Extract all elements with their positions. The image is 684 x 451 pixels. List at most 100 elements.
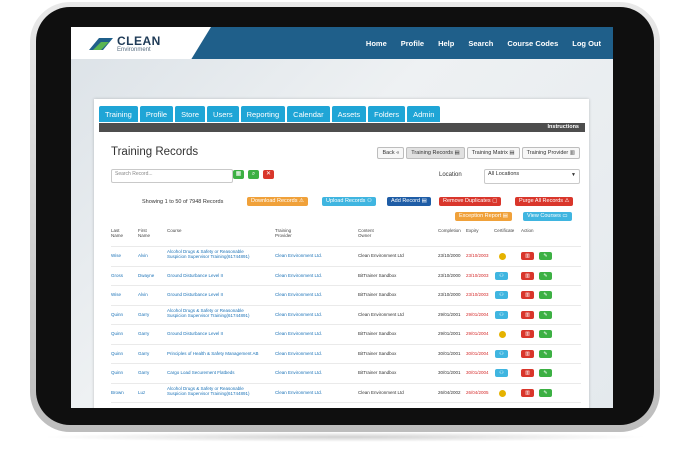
cell-last-name[interactable]: Quinn [111,351,123,356]
nav-home[interactable]: Home [366,39,387,48]
edit-button[interactable]: ✎ [539,369,552,377]
cell-last-name[interactable]: Wise [111,292,121,297]
cell-course[interactable]: Ground Disturbance Level II [167,331,223,336]
cell-training-provider[interactable]: Clean Environment Ltd. [275,351,322,356]
cell-first-name[interactable]: Alvin [138,292,148,297]
back-button[interactable]: Back « [377,147,405,159]
instructions-toggle[interactable]: Instructions [548,124,579,130]
cell-course[interactable]: Alcohol Drugs & Safety or Reasonable Susp… [167,308,250,318]
edit-button[interactable]: ✎ [539,271,552,280]
cell-course[interactable]: Ground Disturbance Level II [167,273,223,278]
trash-icon: ▥ [525,253,530,259]
cell-training-provider[interactable]: Clean Environment Ltd. [275,390,322,395]
cell-last-name[interactable]: Wise [111,253,121,258]
delete-button[interactable]: ▥ [521,271,534,280]
cell-course[interactable]: Principles of Health & Safety Management… [167,351,259,356]
col-course[interactable]: Course [167,228,182,233]
view-courses-button[interactable]: View Courses ▭ [523,212,572,221]
cell-first-name[interactable]: Dwayne [138,273,154,278]
col-content-owner[interactable]: Content Owner [358,228,374,238]
cell-first-name[interactable]: Garry [138,370,149,375]
col-training-provider[interactable]: Training Provider [275,228,292,238]
cell-training-provider[interactable]: Clean Environment Ltd. [275,292,322,297]
cell-last-name[interactable]: Quinn [111,370,123,375]
purge-records-button[interactable]: Purge All Records ⚠ [515,197,574,206]
cell-first-name[interactable]: Garry [138,351,149,356]
edit-button[interactable]: ✎ [539,252,552,260]
search-input[interactable]: Search Record... [111,169,233,183]
col-first-name[interactable]: First Name [138,228,158,238]
nav-help[interactable]: Help [438,39,454,48]
cell-training-provider[interactable]: Clean Environment Ltd. [275,312,322,317]
cell-last-name[interactable]: Quinn [111,312,123,317]
cell-training-provider[interactable]: Clean Environment Ltd. [275,370,322,375]
training-provider-button[interactable]: Training Provider ▥ [521,147,580,159]
cell-expiry: 26/04/2005 [466,389,489,395]
course-line-1: Principles of Health & Safety Management… [167,350,259,356]
delete-button[interactable]: ▥ [521,349,534,358]
instructions-bar[interactable]: Instructions [99,123,585,132]
cell-training-provider[interactable]: Clean Environment Ltd. [275,331,322,336]
training-matrix-button[interactable]: Training Matrix ▤ [466,147,520,159]
cell-last-name[interactable]: Brown [111,390,124,395]
upload-records-button[interactable]: Upload Records ⚇ [322,197,376,206]
certificate-upload-button[interactable]: ⚇ [495,349,508,358]
add-record-button[interactable]: Add Record ▤ [387,197,431,206]
location-select[interactable]: All Locations ▼ [484,169,580,184]
edit-button[interactable]: ✎ [539,330,552,338]
tab-training[interactable]: Training [99,106,138,122]
tab-profile[interactable]: Profile [139,106,174,122]
nav-logout[interactable]: Log Out [572,39,601,48]
edit-button[interactable]: ✎ [539,349,552,358]
delete-button[interactable]: ▥ [521,291,534,299]
tab-assets[interactable]: Assets [331,106,367,122]
logo[interactable]: CLEAN Environment [71,27,211,59]
cell-first-name[interactable]: Garry [138,312,149,317]
cell-training-provider[interactable]: Clean Environment Ltd. [275,253,322,258]
calendar-button[interactable]: ▦ [233,170,244,179]
col-completion[interactable]: Completion [438,228,461,233]
certificate-upload-button[interactable]: ⚇ [495,310,508,319]
remove-duplicates-button[interactable]: Remove Duplicates ▢ [439,197,502,206]
col-last-name[interactable]: Last Name [111,228,131,238]
clear-button[interactable]: ✕ [263,170,274,179]
certificate-upload-button[interactable]: ⚇ [495,271,508,280]
cell-last-name[interactable]: Quinn [111,331,123,336]
tab-reporting[interactable]: Reporting [240,106,286,122]
calendar-icon: ▦ [235,171,242,177]
cell-training-provider[interactable]: Clean Environment Ltd. [275,273,322,278]
tab-folders[interactable]: Folders [368,106,406,122]
edit-button[interactable]: ✎ [539,291,552,299]
cell-course[interactable]: Ground Disturbance Level II [167,292,223,297]
cell-last-name[interactable]: Gross [111,273,123,278]
tab-admin[interactable]: Admin [407,106,441,122]
search-button[interactable]: ⌕ [248,170,259,179]
cell-course[interactable]: Alcohol Drugs & Safety or Reasonable Susp… [167,249,250,259]
col-expiry[interactable]: Expiry [466,228,479,233]
delete-button[interactable]: ▥ [521,330,534,338]
tab-store[interactable]: Store [175,106,206,122]
edit-button[interactable]: ✎ [539,388,552,397]
delete-button[interactable]: ▥ [521,252,534,260]
nav-course-codes[interactable]: Course Codes [507,39,558,48]
edit-button[interactable]: ✎ [539,310,552,319]
exception-report-button[interactable]: Exception Report ▤ [455,212,512,221]
nav-search[interactable]: Search [468,39,493,48]
cell-expiry: 29/01/2004 [466,331,489,336]
cell-first-name[interactable]: Alvin [138,253,148,258]
course-line-1: Alcohol Drugs & Safety or Reasonable [167,385,244,391]
certificate-upload-button[interactable]: ⚇ [495,369,508,377]
delete-button[interactable]: ▥ [521,369,534,377]
delete-button[interactable]: ▥ [521,388,534,397]
training-records-button[interactable]: Training Records ▤ [406,147,465,159]
tab-calendar[interactable]: Calendar [287,106,330,122]
tab-users[interactable]: Users [207,106,239,122]
download-records-button[interactable]: Download Records ⚠ [247,197,308,206]
cell-course[interactable]: Cargo Load Securement Flatbeds [167,370,235,375]
certificate-upload-button[interactable]: ⚇ [495,291,508,299]
nav-profile[interactable]: Profile [401,39,424,48]
cell-course[interactable]: Alcohol Drugs & Safety or Reasonable Susp… [167,386,250,396]
cell-first-name[interactable]: Luz [138,390,145,395]
delete-button[interactable]: ▥ [521,310,534,319]
cell-first-name[interactable]: Garry [138,331,149,336]
